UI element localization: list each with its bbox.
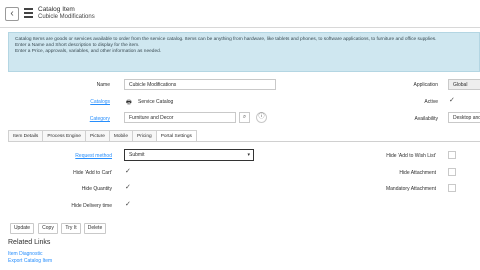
hide-quantity-checkbox[interactable]: ✓: [125, 183, 131, 191]
related-links-title: Related Links: [8, 239, 51, 246]
availability-label: Availability: [414, 116, 438, 122]
request-method-select[interactable]: Submit ▾: [124, 149, 254, 161]
hide-delivery-time-checkbox[interactable]: ✓: [125, 200, 131, 208]
info-banner: Catalog Items are goods or services avai…: [8, 32, 480, 72]
mandatory-attachment-label: Mandatory Attachment: [385, 186, 436, 192]
export-catalog-item-link[interactable]: Export Catalog Item: [8, 258, 52, 264]
hide-add-to-wish-list-label: Hide 'Add to Wish List': [386, 153, 436, 159]
info-line: Enter a Price, approvals, variables, and…: [15, 49, 162, 55]
item-diagnostic-link[interactable]: Item Diagnostic: [8, 251, 42, 257]
name-field[interactable]: Cubicle Modifications: [124, 79, 276, 90]
hide-delivery-time-label: Hide Delivery time: [71, 203, 112, 209]
hide-attachment-label: Hide Attachment: [399, 170, 436, 176]
hide-add-to-wish-list-checkbox[interactable]: [448, 151, 456, 159]
active-checkbox[interactable]: ✓: [449, 96, 455, 104]
name-label: Name: [96, 82, 110, 88]
record-name-subtitle: Cubicle Modifications: [38, 14, 95, 20]
info-icon[interactable]: ⓘ: [256, 112, 267, 123]
catalog-icon: 🖶: [126, 100, 132, 106]
update-button[interactable]: Update: [10, 223, 34, 234]
copy-button[interactable]: Copy: [38, 223, 58, 234]
application-field: Global: [448, 79, 480, 90]
hide-add-to-cart-label: Hide 'Add to Cart': [73, 170, 112, 176]
request-method-value: Submit: [129, 152, 145, 158]
try-it-button[interactable]: Try It: [61, 223, 81, 234]
hide-attachment-checkbox[interactable]: [448, 168, 456, 176]
form-header: ‹ Catalog Item Cubicle Modifications: [0, 0, 480, 28]
catalogs-value: Service Catalog: [138, 99, 174, 105]
chevron-down-icon: ▾: [247, 152, 250, 158]
tab-divider: [8, 141, 480, 142]
chevron-left-icon[interactable]: ‹: [5, 7, 19, 21]
active-label: Active: [424, 99, 438, 105]
catalogs-label[interactable]: Catalogs: [60, 99, 110, 105]
availability-select[interactable]: Desktop and: [448, 112, 480, 123]
category-field[interactable]: Furniture and Decor: [124, 112, 236, 123]
search-icon[interactable]: ⌕: [239, 112, 250, 123]
mandatory-attachment-checkbox[interactable]: [448, 184, 456, 192]
category-label[interactable]: Category: [60, 116, 110, 122]
hide-add-to-cart-checkbox[interactable]: ✓: [125, 167, 131, 175]
request-method-label[interactable]: Request method: [58, 153, 112, 159]
application-label: Application: [413, 82, 438, 88]
hamburger-menu-icon[interactable]: [24, 8, 33, 18]
delete-button[interactable]: Delete: [84, 223, 106, 234]
record-type-title: Catalog Item: [38, 6, 75, 13]
hide-quantity-label: Hide Quantity: [81, 186, 112, 192]
